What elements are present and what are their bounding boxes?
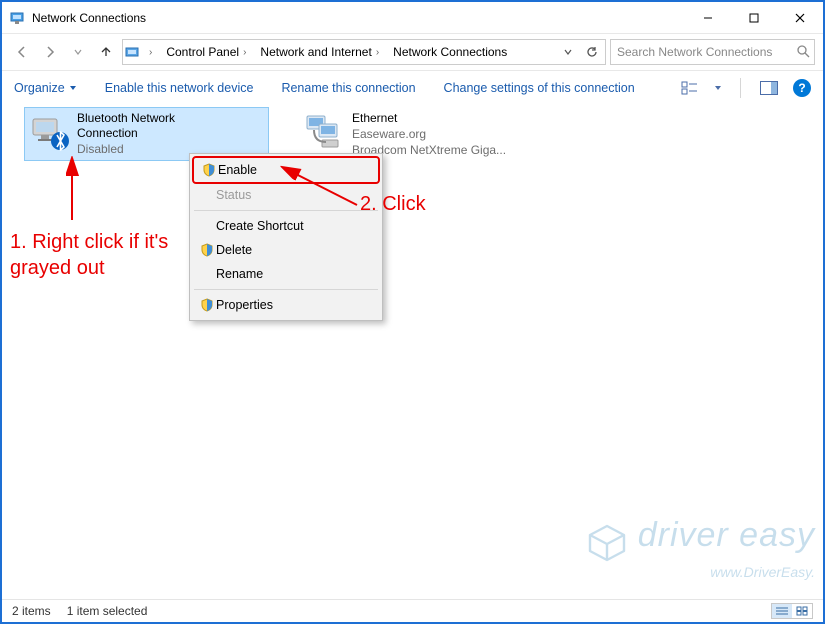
rename-connection-button[interactable]: Rename this connection xyxy=(281,81,415,95)
minimize-button[interactable] xyxy=(685,2,731,33)
change-settings-button[interactable]: Change settings of this connection xyxy=(444,81,635,95)
search-icon[interactable] xyxy=(796,44,810,61)
annotation-step1: 1. Right click if it's grayed out xyxy=(10,229,185,281)
search-input[interactable] xyxy=(615,44,796,60)
preview-pane-button[interactable] xyxy=(759,78,779,98)
content-area[interactable]: Bluetooth Network Connection Disabled Et… xyxy=(2,105,823,600)
enable-device-button[interactable]: Enable this network device xyxy=(105,81,254,95)
breadcrumb-control-panel[interactable]: Control Panel› xyxy=(160,43,252,61)
command-bar: Organize Enable this network device Rena… xyxy=(2,71,823,106)
maximize-button[interactable] xyxy=(731,2,777,33)
forward-button[interactable] xyxy=(38,40,62,64)
breadcrumb-network-connections[interactable]: Network Connections xyxy=(387,43,513,61)
breadcrumb-network-internet[interactable]: Network and Internet› xyxy=(254,43,385,61)
window-title: Network Connections xyxy=(32,11,685,25)
breadcrumb-chevron[interactable]: › xyxy=(143,45,158,60)
view-mode-toggle[interactable] xyxy=(771,603,813,619)
watermark-url: www.DriverEasy. xyxy=(710,564,815,580)
close-button[interactable] xyxy=(777,2,823,33)
watermark: driver easy www.DriverEasy. xyxy=(586,516,815,580)
help-button[interactable]: ? xyxy=(793,79,811,97)
status-bar: 2 items 1 item selected xyxy=(2,599,823,622)
location-icon xyxy=(125,44,141,60)
refresh-button[interactable] xyxy=(581,41,603,63)
status-selection: 1 item selected xyxy=(67,604,148,618)
title-bar: Network Connections xyxy=(2,2,823,34)
address-dropdown-button[interactable] xyxy=(557,41,579,63)
app-icon xyxy=(10,10,26,26)
up-button[interactable] xyxy=(94,40,118,64)
status-item-count: 2 items xyxy=(12,604,51,618)
search-box[interactable] xyxy=(610,39,815,65)
annotation-step2: 2. Click xyxy=(360,193,426,216)
details-view-icon[interactable] xyxy=(772,604,792,618)
navigation-bar: › Control Panel› Network and Internet› N… xyxy=(2,34,823,71)
window-frame: Network Connections › Control Panel› Net… xyxy=(0,0,825,624)
view-options-button[interactable] xyxy=(680,78,700,98)
address-bar[interactable]: › Control Panel› Network and Internet› N… xyxy=(122,39,606,65)
separator xyxy=(740,78,741,98)
organize-menu[interactable]: Organize xyxy=(14,81,77,95)
chevron-down-icon[interactable] xyxy=(714,84,722,92)
back-button[interactable] xyxy=(10,40,34,64)
recent-locations-button[interactable] xyxy=(66,40,90,64)
watermark-brand: driver easy xyxy=(638,516,815,554)
large-icons-view-icon[interactable] xyxy=(792,604,812,618)
